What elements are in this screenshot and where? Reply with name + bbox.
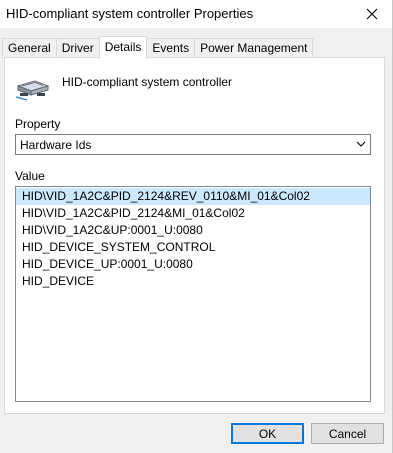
property-label: Property (15, 117, 61, 131)
title-bar: HID-compliant system controller Properti… (0, 0, 392, 28)
property-select[interactable]: Hardware Ids (15, 134, 371, 155)
hid-device-icon (15, 80, 50, 101)
list-item[interactable]: HID\VID_1A2C&PID_2124&MI_01&Col02 (16, 205, 370, 222)
property-selected-value: Hardware Ids (20, 138, 92, 152)
value-listbox[interactable]: HID\VID_1A2C&PID_2124&REV_0110&MI_01&Col… (15, 186, 371, 402)
tab-strip: General Driver Details Events Power Mana… (2, 36, 314, 59)
list-item[interactable]: HID_DEVICE_UP:0001_U:0080 (16, 256, 370, 273)
tab-events[interactable]: Events (146, 38, 196, 58)
ok-button[interactable]: OK (231, 423, 304, 444)
chevron-down-icon (356, 141, 366, 147)
tab-driver[interactable]: Driver (55, 38, 100, 58)
close-button[interactable] (358, 3, 386, 25)
list-item[interactable]: HID_DEVICE (16, 273, 370, 290)
cancel-button[interactable]: Cancel (311, 423, 384, 444)
tab-details[interactable]: Details (98, 36, 148, 59)
device-name: HID-compliant system controller (62, 75, 233, 89)
window-title: HID-compliant system controller Properti… (6, 6, 254, 21)
value-label: Value (15, 169, 45, 183)
close-icon (366, 8, 378, 20)
list-item[interactable]: HID_DEVICE_SYSTEM_CONTROL (16, 239, 370, 256)
details-panel: HID-compliant system controller Property… (4, 57, 385, 414)
list-item[interactable]: HID\VID_1A2C&PID_2124&REV_0110&MI_01&Col… (16, 188, 370, 205)
tab-general[interactable]: General (2, 38, 57, 58)
tab-power-management[interactable]: Power Management (194, 38, 314, 58)
properties-dialog: HID-compliant system controller Properti… (0, 0, 393, 453)
list-item[interactable]: HID\VID_1A2C&UP:0001_U:0080 (16, 222, 370, 239)
